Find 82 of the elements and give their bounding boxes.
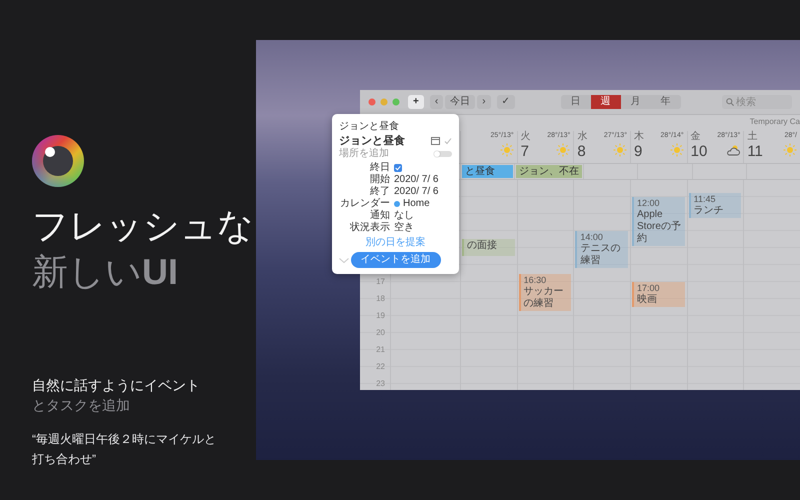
calendar-event[interactable]: 12:00 Apple Storeの予約 bbox=[632, 197, 685, 246]
example-quote: “毎週火曜日午後２時にマイケルと打ち合わせ” bbox=[32, 431, 217, 468]
field-value[interactable]: 空き bbox=[394, 222, 414, 234]
previous-button[interactable]: ‹ bbox=[430, 95, 444, 109]
day-number: 9 bbox=[634, 143, 644, 161]
day-number: 8 bbox=[577, 143, 587, 161]
event-time: 16:30 bbox=[524, 274, 548, 286]
sun-icon bbox=[783, 143, 797, 157]
checkmark-icon bbox=[395, 165, 401, 171]
day-number: 11 bbox=[747, 143, 763, 161]
add-button[interactable]: + bbox=[408, 95, 424, 109]
field-label: 通知 bbox=[369, 210, 390, 222]
hour-label: 22 bbox=[376, 362, 385, 372]
event-title: ジョンと昼食 bbox=[339, 134, 405, 148]
field-value[interactable]: 2020/ 7/ 6 bbox=[394, 186, 438, 198]
calendar-event[interactable]: 14:00 テニスの練習 bbox=[575, 231, 628, 268]
event-input-field[interactable]: ジョンと昼食 bbox=[339, 119, 452, 132]
subtitle: 自然に話すようにイベント bbox=[32, 376, 200, 395]
field-label: 終日 bbox=[369, 162, 390, 174]
search-icon bbox=[726, 98, 734, 106]
all-day-event[interactable]: ジョン、不在 bbox=[516, 165, 582, 178]
event-title: ランチ bbox=[694, 204, 724, 217]
done-button[interactable]: ✓ bbox=[496, 95, 515, 109]
headline: 新しいUI bbox=[32, 250, 179, 294]
event-time: 12:00 bbox=[637, 198, 661, 209]
field-value[interactable]: なし bbox=[394, 210, 414, 222]
field-label: 状況表示 bbox=[349, 222, 390, 234]
event-title: の面接 bbox=[467, 240, 497, 252]
calendar-event[interactable]: の面接 bbox=[462, 239, 515, 256]
chevron-down-icon bbox=[339, 258, 349, 262]
calendar-event[interactable]: 16:30 サッカーの練習 bbox=[518, 274, 572, 310]
weekday-label: 水 bbox=[577, 131, 588, 143]
hour-label: 23 bbox=[376, 379, 385, 389]
day-number: 7 bbox=[520, 143, 530, 161]
field-label: 終了 bbox=[369, 186, 390, 198]
event-title: Apple Storeの予約 bbox=[637, 209, 682, 245]
calendar-name: Temporary Ca bbox=[750, 117, 800, 128]
view-tab[interactable]: 月 bbox=[620, 95, 651, 109]
field-value[interactable]: Home bbox=[403, 198, 430, 210]
event-time: 11:45 bbox=[694, 194, 717, 205]
hour-label: 19 bbox=[376, 311, 385, 321]
event-time: 17:00 bbox=[637, 283, 660, 294]
event-title: テニスの練習 bbox=[580, 243, 622, 267]
hour-label: 17 bbox=[376, 277, 385, 287]
calendar-event[interactable]: 17:00 映画 bbox=[632, 282, 685, 307]
sun-icon bbox=[556, 143, 570, 157]
event-title: 映画 bbox=[637, 294, 658, 306]
headline: フレッシュな bbox=[32, 204, 254, 248]
hour-label: 21 bbox=[376, 345, 385, 355]
day-number: 10 bbox=[690, 143, 708, 161]
next-button[interactable]: › bbox=[477, 95, 491, 109]
subtitle: とタスクを追加 bbox=[32, 396, 131, 415]
field-label: 開始 bbox=[369, 174, 390, 186]
sun-icon bbox=[670, 143, 684, 157]
weekday-label: 土 bbox=[747, 131, 758, 143]
sun-icon bbox=[613, 143, 627, 157]
weekday-label: 火 bbox=[520, 131, 531, 143]
hour-label: 20 bbox=[376, 328, 385, 338]
event-title: サッカーの練習 bbox=[524, 286, 565, 310]
suggest-link[interactable]: 別の日を提案 bbox=[339, 236, 452, 249]
view-tab[interactable]: 週 bbox=[590, 95, 621, 109]
window-controls-icon bbox=[368, 98, 402, 106]
location-placeholder[interactable]: 場所を追加 bbox=[339, 148, 389, 160]
all-day-event[interactable]: と昼食 bbox=[462, 165, 514, 178]
event-time: 14:00 bbox=[580, 232, 604, 243]
hour-label: 18 bbox=[376, 294, 385, 304]
all-day-checkbox[interactable] bbox=[394, 164, 402, 172]
calendar-icon bbox=[431, 137, 440, 145]
field-label: カレンダー bbox=[339, 198, 390, 210]
calendar-event[interactable]: 11:45 ランチ bbox=[688, 192, 742, 218]
weekday-label: 金 bbox=[690, 131, 702, 143]
weekday-label: 木 bbox=[634, 131, 644, 143]
today-button[interactable]: 今日 bbox=[445, 95, 476, 109]
sun-icon bbox=[500, 143, 514, 157]
search-field[interactable]: 検索 bbox=[722, 95, 792, 109]
check-icon bbox=[444, 137, 452, 145]
view-tab[interactable]: 年 bbox=[650, 95, 681, 109]
add-event-button[interactable]: イベントを追加 bbox=[350, 252, 440, 268]
field-value[interactable]: 2020/ 7/ 6 bbox=[394, 174, 438, 186]
toggle-switch[interactable] bbox=[434, 151, 452, 157]
view-tab[interactable]: 日 bbox=[560, 95, 591, 109]
cloud-sun-icon bbox=[726, 143, 740, 157]
